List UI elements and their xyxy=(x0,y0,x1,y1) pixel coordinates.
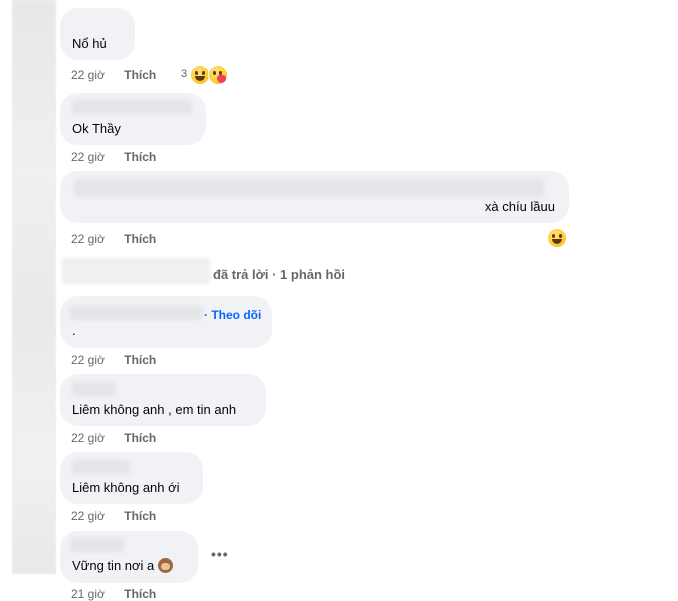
more-options-button[interactable]: ••• xyxy=(211,546,229,562)
comment-meta: 22 giờ Thích xyxy=(71,232,156,246)
reply-author-name xyxy=(62,258,210,284)
see-no-evil-monkey-icon xyxy=(158,558,174,573)
comment-bubble: Ok Thầy xyxy=(60,93,206,145)
haha-icon[interactable] xyxy=(191,66,209,84)
author-name xyxy=(70,538,124,552)
comment-bubble: Liêm không anh , em tin anh xyxy=(60,374,266,426)
haha-icon[interactable] xyxy=(548,229,566,247)
comment-time[interactable]: 22 giờ xyxy=(71,232,105,246)
comment-time[interactable]: 22 giờ xyxy=(71,150,105,164)
like-button[interactable]: Thích xyxy=(124,353,156,367)
author-name xyxy=(72,100,192,114)
care-icon[interactable] xyxy=(209,66,227,84)
comment-bubble: Vững tin nơi a xyxy=(60,531,198,583)
like-button[interactable]: Thích xyxy=(124,587,156,601)
comment-text: Nổ hủ xyxy=(72,36,107,51)
comment-time[interactable]: 22 giờ xyxy=(71,431,105,445)
author-name xyxy=(74,179,544,197)
comment-meta: 22 giờ Thích xyxy=(71,509,156,523)
comment-text: Liêm không anh ới xyxy=(72,480,180,495)
comment-time[interactable]: 22 giờ xyxy=(71,353,105,367)
comment-text: Ok Thầy xyxy=(72,121,121,136)
comment-text: Liêm không anh , em tin anh xyxy=(72,402,237,417)
comment-meta: 22 giờ Thích xyxy=(71,150,156,164)
comment-text: xà chíu lầuu xyxy=(484,199,555,214)
comment-thread: Nổ hủ 22 giờ Thích 3 Ok Thầy 22 giờ Thíc… xyxy=(0,0,678,601)
comment-meta: 22 giờ Thích xyxy=(71,431,156,445)
author-name xyxy=(72,460,130,474)
comment-time[interactable]: 22 giờ xyxy=(71,68,105,82)
reaction-count[interactable]: 3 xyxy=(181,68,187,80)
avatar-column xyxy=(12,0,56,574)
comment-text: . xyxy=(72,323,76,338)
like-button[interactable]: Thích xyxy=(124,68,156,82)
like-button[interactable]: Thích xyxy=(124,150,156,164)
author-name xyxy=(72,382,116,396)
comment-bubble: Nổ hủ xyxy=(60,8,135,60)
comment-time[interactable]: 21 giờ xyxy=(71,587,105,601)
comment-meta: 22 giờ Thích xyxy=(71,68,156,82)
comment-text: Vững tin nơi a xyxy=(72,558,174,574)
view-replies-link[interactable]: đã trả lời · 1 phản hồi xyxy=(213,267,345,282)
like-button[interactable]: Thích xyxy=(124,431,156,445)
author-name xyxy=(70,306,202,320)
comment-bubble: xà chíu lầuu xyxy=(60,171,569,223)
like-button[interactable]: Thích xyxy=(124,509,156,523)
comment-bubble: Liêm không anh ới xyxy=(60,452,203,504)
comment-bubble: · Theo dõi . xyxy=(60,296,272,348)
comment-time[interactable]: 22 giờ xyxy=(71,509,105,523)
follow-button[interactable]: · Theo dõi xyxy=(204,307,261,323)
comment-text-content: Vững tin nơi a xyxy=(72,558,155,573)
like-button[interactable]: Thích xyxy=(124,232,156,246)
comment-meta: 22 giờ Thích xyxy=(71,353,156,367)
comment-meta: 21 giờ Thích xyxy=(71,587,156,601)
